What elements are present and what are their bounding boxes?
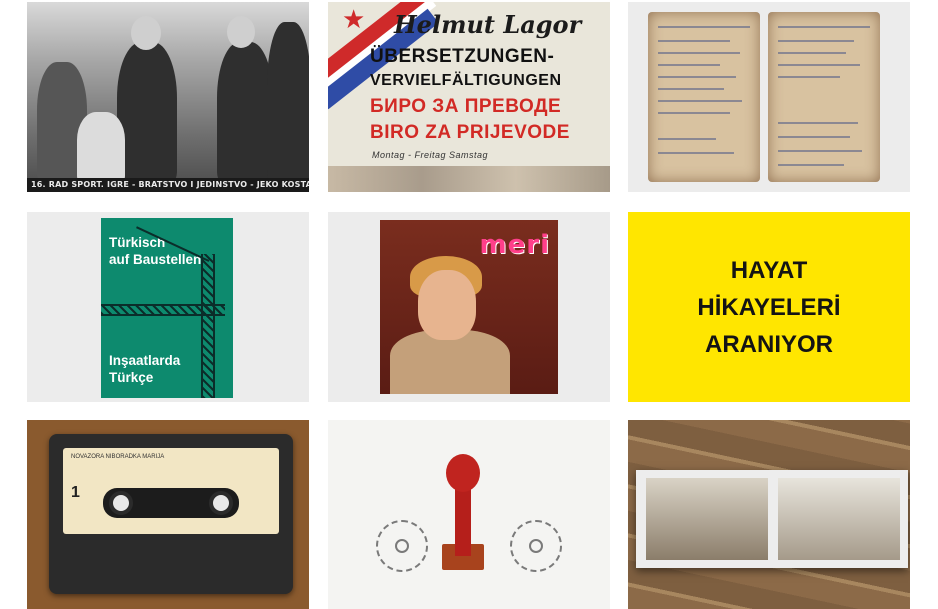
cta-line-1: HAYAT	[730, 257, 808, 284]
handwriting-line	[778, 136, 850, 138]
handwriting-line	[658, 138, 716, 140]
sign-owner-name: Helmut Lagor	[394, 10, 582, 39]
sign-line-4: BIRO ZA PRIJEVODE	[370, 122, 570, 143]
sign-line-2: VERVIELFÄLTIGUNGEN	[370, 72, 562, 89]
cta-line-2: HİKAYELERİ	[697, 294, 841, 321]
stamp-impression-center	[395, 539, 409, 553]
book-subtitle-line-2: Türkçe	[109, 370, 154, 385]
album-photo	[778, 478, 900, 560]
reel-icon	[209, 491, 233, 515]
book-subtitle-line-1: Inşaatlarda	[109, 353, 181, 368]
photo-tile-record[interactable]: meri	[328, 212, 610, 402]
cassette-side-number: 1	[71, 484, 80, 501]
book-cover: Türkisch auf Baustellen Inşaatlarda Türk…	[101, 218, 233, 398]
sign-line-3: БИРО ЗА ПРЕВОДЕ	[370, 96, 562, 117]
photo-tile-book[interactable]: Türkisch auf Baustellen Inşaatlarda Türk…	[27, 212, 309, 402]
stamp-handle	[455, 486, 471, 556]
crowd-photo	[27, 2, 309, 192]
handwriting-line	[658, 76, 736, 78]
handwriting-line	[658, 26, 750, 28]
handwriting-line	[658, 52, 740, 54]
person-figure	[117, 42, 177, 182]
album-cover: meri	[380, 220, 558, 394]
sign-line-1: ÜBERSETZUNGEN-	[370, 46, 555, 67]
handwriting-line	[658, 152, 734, 154]
stamp-impression-center	[529, 539, 543, 553]
photo-tile-cassette[interactable]: NOVAZORA NIBORADKA MARIJA 1	[27, 420, 309, 609]
handwriting-line	[778, 164, 844, 166]
notebook-right-page	[768, 12, 880, 182]
notebook-left-page	[648, 12, 760, 182]
singer-face	[418, 270, 476, 340]
handwriting-line	[778, 76, 840, 78]
stamp-impression	[376, 520, 428, 572]
handwriting-line	[778, 26, 870, 28]
album-artist-logo: meri	[479, 230, 550, 260]
child-figure	[77, 112, 125, 182]
handwriting-line	[778, 150, 862, 152]
photo-tile-album[interactable]	[628, 420, 910, 609]
sign-line-5: Montag - Freitag Samstag	[372, 150, 489, 160]
handwriting-line	[658, 112, 730, 114]
rust-strip	[328, 166, 610, 192]
star-icon: ★	[342, 4, 366, 34]
book-title-line-2: auf Baustellen	[109, 252, 202, 267]
crane-tower	[201, 254, 215, 398]
handwriting-line	[658, 64, 720, 66]
cassette-label: NOVAZORA NIBORADKA MARIJA 1	[63, 448, 279, 534]
handwriting-line	[778, 122, 858, 124]
person-figure	[217, 42, 273, 182]
handwriting-line	[658, 100, 742, 102]
handwriting-line	[778, 64, 860, 66]
cta-line-3: ARANIYOR	[704, 331, 833, 358]
photo-tile-notebook[interactable]	[628, 2, 910, 192]
book-subtitle: Inşaatlarda Türkçe	[109, 352, 180, 386]
person-head	[131, 16, 161, 50]
handwriting-line	[778, 40, 854, 42]
cassette-label-text: NOVAZORA NIBORADKA MARIJA	[71, 454, 165, 460]
photo-caption: 16. RAD SPORT. IGRE - BRATSTVO I JEDINST…	[27, 178, 309, 192]
handwriting-line	[658, 88, 724, 90]
photo-tile-stamp[interactable]	[328, 420, 610, 609]
photo-tile-translation-sign[interactable]: ★ Helmut Lagor ÜBERSETZUNGEN- VERVIELFÄL…	[328, 2, 610, 192]
photo-tile-sports-games[interactable]: 16. RAD SPORT. IGRE - BRATSTVO I JEDINST…	[27, 2, 309, 192]
cassette-tape: NOVAZORA NIBORADKA MARIJA 1	[49, 434, 293, 594]
cassette-window	[103, 488, 239, 518]
stamp-impression	[510, 520, 562, 572]
call-to-action-tile[interactable]: HAYAT HİKAYELERİ ARANIYOR	[628, 212, 910, 402]
handwriting-line	[778, 52, 846, 54]
album-photo	[646, 478, 768, 560]
stamp-knob	[446, 454, 480, 492]
handwriting-line	[658, 40, 730, 42]
reel-icon	[109, 491, 133, 515]
person-figure	[267, 22, 309, 182]
call-to-action-text: HAYAT HİKAYELERİ ARANIYOR	[628, 252, 910, 363]
photo-album	[636, 470, 908, 568]
person-head	[227, 16, 255, 48]
